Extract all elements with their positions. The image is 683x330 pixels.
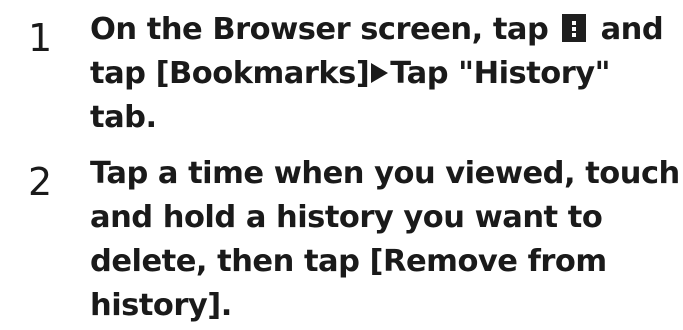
instruction-line: Tap a time when you viewed, touch bbox=[90, 156, 680, 191]
instruction-text: Tap "History" bbox=[390, 56, 611, 91]
step-instruction: On the Browser screen, tap and tap [Book… bbox=[90, 8, 675, 140]
instruction-line: delete, then tap [Remove from bbox=[90, 244, 607, 279]
menu-icon bbox=[562, 14, 587, 42]
instruction-line: and hold a history you want to bbox=[90, 200, 603, 235]
instruction-text: tap [Bookmarks] bbox=[90, 56, 370, 91]
instruction-line: history]. bbox=[90, 288, 232, 323]
step-number: 1 bbox=[28, 16, 53, 60]
instruction-line: tab. bbox=[90, 100, 157, 135]
instruction-line: On the Browser screen, tap and bbox=[90, 8, 675, 52]
instruction-text: On the Browser screen, tap bbox=[90, 12, 559, 47]
arrow-right-icon bbox=[371, 63, 389, 83]
step-instruction: Tap a time when you viewed, touch and ho… bbox=[90, 152, 680, 328]
instruction-text: and bbox=[590, 12, 664, 47]
instruction-line: tap [Bookmarks] Tap "History" bbox=[90, 52, 675, 96]
step-number: 2 bbox=[28, 160, 53, 204]
